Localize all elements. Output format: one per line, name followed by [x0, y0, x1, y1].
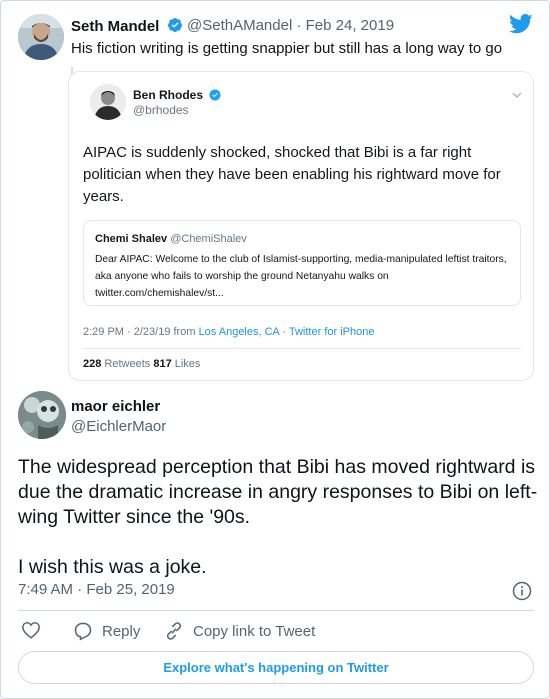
embedded-author-name-text: Ben Rhodes — [133, 88, 204, 102]
tweet-embed: Seth Mandel @SethAMandel · Feb 24, 2019 … — [0, 0, 550, 699]
main-author-handle[interactable]: @EichlerMaor — [71, 418, 166, 435]
heart-icon — [22, 622, 40, 639]
link-icon — [166, 622, 182, 640]
info-icon[interactable] — [512, 581, 532, 606]
like-label: Likes — [171, 358, 201, 370]
embedded-tweet-source[interactable]: Twitter for iPhone — [289, 326, 375, 338]
reply-label: Reply — [102, 622, 141, 640]
embedded-tweet-text: AIPAC is suddenly shocked, shocked that … — [83, 144, 501, 205]
reply-button[interactable]: Reply — [73, 621, 140, 641]
nested-quote-author[interactable]: Chemi Shalev @ChemiShalev — [95, 233, 247, 245]
nested-quote-handle: @ChemiShalev — [170, 233, 247, 245]
author-handle[interactable]: @SethAMandel · Feb 24, 2019 — [187, 17, 394, 34]
embedded-tweet-meta: 2:29 PM · 2/23/19 from Los Angeles, CA ·… — [83, 326, 374, 338]
tweet-date: · Feb 24, 2019 — [296, 17, 395, 34]
copy-link-label: Copy link to Tweet — [193, 622, 316, 640]
embedded-author-name[interactable]: Ben Rhodes — [133, 88, 221, 102]
avatar-maor-eichler[interactable] — [18, 391, 66, 439]
avatar-ben-rhodes[interactable] — [90, 84, 126, 120]
chevron-down-icon[interactable] — [512, 90, 522, 101]
main-tweet-timestamp[interactable]: 7:49 AM · Feb 25, 2019 — [18, 581, 175, 598]
like-button[interactable] — [21, 621, 41, 639]
nested-quote-text: Dear AIPAC: Welcome to the club of Islam… — [95, 254, 507, 299]
explore-button[interactable]: Explore what's happening on Twitter — [18, 651, 534, 684]
embedded-tweet-location[interactable]: Los Angeles, CA — [199, 326, 280, 338]
divider — [18, 610, 534, 611]
meta-separator: · — [279, 326, 289, 338]
main-tweet-paragraph-1: The widespread perception that Bibi has … — [18, 456, 538, 528]
reply-icon — [74, 622, 92, 641]
embedded-tweet-card[interactable]: Ben Rhodes @brhodes AIPAC is suddenly sh… — [68, 71, 534, 381]
main-tweet-paragraph-2: I wish this was a joke. — [18, 556, 207, 578]
nested-quote-name: Chemi Shalev — [95, 233, 168, 245]
embedded-tweet-stats: 228 Retweets 817 Likes — [83, 358, 200, 370]
author-name[interactable]: Seth Mandel — [71, 17, 183, 35]
like-count[interactable]: 817 — [153, 358, 171, 370]
divider — [83, 348, 521, 349]
verified-badge-icon — [167, 18, 182, 32]
nested-quote-card[interactable]: Chemi Shalev @ChemiShalev Dear AIPAC: We… — [83, 220, 521, 306]
avatar-seth-mandel[interactable] — [18, 14, 64, 60]
main-author-name[interactable]: maor eichler — [71, 398, 160, 415]
embedded-author-handle[interactable]: @brhodes — [133, 103, 189, 117]
copy-link-button[interactable]: Copy link to Tweet — [164, 621, 315, 641]
twitter-bird-icon[interactable] — [509, 14, 533, 39]
embedded-tweet-time[interactable]: 2:29 PM · 2/23/19 from — [83, 326, 199, 338]
main-tweet-text: The widespread perception that Bibi has … — [18, 455, 538, 580]
quote-comment-text: His fiction writing is getting snappier … — [71, 40, 503, 57]
retweet-count[interactable]: 228 — [83, 358, 101, 370]
author-handle-text: @SethAMandel — [187, 17, 293, 34]
author-name-text: Seth Mandel — [71, 18, 160, 35]
verified-badge-icon — [209, 89, 221, 101]
retweet-label: Retweets — [101, 358, 154, 370]
